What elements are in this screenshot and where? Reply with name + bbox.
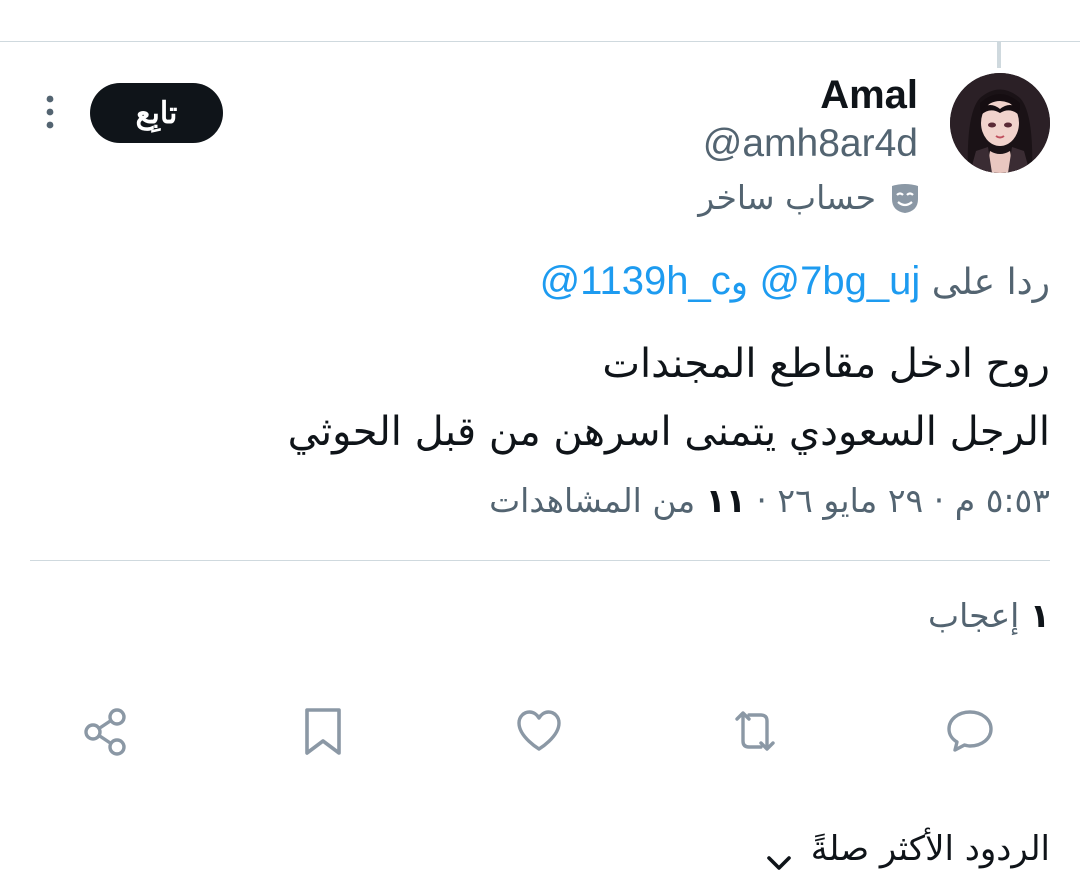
more-options-icon[interactable]: [40, 95, 60, 131]
bookmark-icon[interactable]: [297, 705, 349, 757]
replying-to: ردا على @7bg_uj و@1139h_c: [540, 257, 1050, 307]
tweet-date[interactable]: ٢٩ مايو ٢٦: [777, 481, 923, 520]
author-handle[interactable]: @amh8ar4d: [703, 121, 918, 167]
author-display-name[interactable]: Amal: [820, 72, 918, 118]
follow-button[interactable]: تابِع: [90, 83, 223, 143]
tweet-meta: ٥:٥٣ م · ٢٩ مايو ٢٦ · ١١ من المشاهدات: [489, 478, 1050, 524]
views-label: من المشاهدات: [489, 481, 696, 520]
chevron-down-icon: [765, 839, 793, 870]
mention-link[interactable]: @7bg_uj: [760, 259, 921, 303]
mention-link[interactable]: @1139h_c: [540, 259, 731, 303]
likes-label: إعجاب: [928, 596, 1020, 635]
like-icon[interactable]: [513, 705, 565, 757]
tweet-text-line: الرجل السعودي يتمنى اسرهن من قبل الحوثي: [287, 409, 1050, 455]
tweet-text: روح ادخل مقاطع المجندات الرجل السعودي يت…: [288, 330, 1050, 466]
replies-sort-label: الردود الأكثر صلةً: [810, 829, 1050, 869]
replies-sort-dropdown[interactable]: الردود الأكثر صلةً: [765, 826, 1050, 872]
divider: [30, 560, 1050, 561]
retweet-icon[interactable]: [729, 705, 781, 757]
meta-separator: ·: [933, 481, 945, 520]
tweet-time[interactable]: ٥:٥٣ م: [955, 481, 1050, 520]
replying-to-prefix: ردا على: [931, 262, 1050, 303]
parody-label: حساب ساخر: [698, 178, 922, 217]
share-icon[interactable]: [80, 705, 132, 757]
theater-mask-icon: [888, 181, 922, 215]
mention-joiner: و: [730, 262, 749, 303]
parody-label-text: حساب ساخر: [698, 178, 876, 217]
thread-line: [997, 42, 1001, 68]
meta-separator: ·: [756, 481, 767, 520]
reply-icon[interactable]: [944, 705, 996, 757]
likes-summary[interactable]: ١ إعجاب: [928, 593, 1050, 639]
top-divider: [0, 41, 1080, 42]
views-count: ١١: [705, 481, 746, 520]
likes-count: ١: [1029, 596, 1050, 635]
tweet-text-line: روح ادخل مقاطع المجندات: [602, 341, 1050, 387]
avatar[interactable]: [950, 73, 1050, 173]
